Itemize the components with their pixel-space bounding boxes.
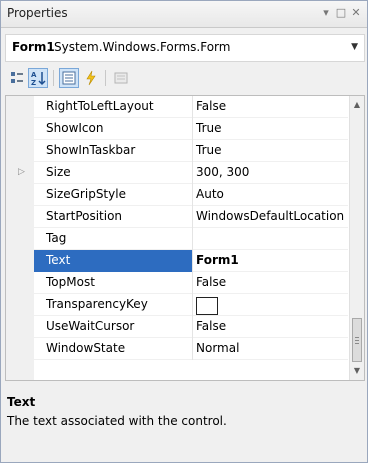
property-name: SizeGripStyle (46, 187, 126, 201)
vertical-scrollbar[interactable]: ▲ ▼ (349, 96, 364, 380)
properties-button[interactable] (59, 68, 79, 88)
property-pages-icon (114, 72, 128, 84)
property-value[interactable]: True (196, 143, 222, 157)
property-row[interactable]: UseWaitCursor False (6, 316, 348, 338)
property-name: ShowIcon (46, 121, 104, 135)
categorized-icon (11, 72, 23, 83)
property-value[interactable] (196, 297, 218, 315)
property-row[interactable]: WindowState Normal (6, 338, 348, 360)
property-row[interactable]: ▷ Size 300, 300 (6, 162, 348, 184)
scroll-up-icon[interactable]: ▲ (350, 98, 364, 112)
expand-icon[interactable]: ▷ (18, 167, 25, 177)
window-position-dropdown-icon[interactable]: ▾ (319, 5, 333, 21)
property-name: Tag (46, 231, 67, 245)
property-name: TransparencyKey (46, 297, 148, 311)
property-value[interactable]: 300, 300 (196, 165, 249, 179)
column-divider (192, 184, 193, 206)
property-value[interactable]: Normal (196, 341, 239, 355)
column-divider (192, 250, 193, 272)
properties-icon (62, 71, 76, 85)
column-divider (192, 316, 193, 338)
title-bar: Properties ▾ □ ✕ (1, 1, 367, 28)
property-value[interactable]: WindowsDefaultLocation (196, 209, 344, 223)
column-divider (192, 140, 193, 162)
column-divider (192, 338, 193, 360)
property-value[interactable]: True (196, 121, 222, 135)
property-value[interactable]: Form1 (196, 253, 239, 267)
description-pane: Text The text associated with the contro… (5, 387, 363, 459)
window-title: Properties (7, 6, 68, 20)
object-selector[interactable]: Form1 System.Windows.Forms.Form ▼ (5, 34, 365, 62)
svg-text:Z: Z (31, 79, 36, 87)
property-row[interactable]: RightToLeftLayout False (6, 96, 348, 118)
column-divider (192, 96, 193, 118)
object-name: Form1 (12, 40, 55, 54)
property-name: Text (46, 253, 71, 267)
property-row[interactable]: ShowInTaskbar True (6, 140, 348, 162)
column-divider (192, 162, 193, 184)
property-row[interactable]: SizeGripStyle Auto (6, 184, 348, 206)
property-row[interactable]: ShowIcon True (6, 118, 348, 140)
properties-window: Properties ▾ □ ✕ Form1 System.Windows.Fo… (0, 0, 368, 463)
property-value[interactable]: False (196, 319, 226, 333)
column-divider (192, 272, 193, 294)
property-row[interactable]: Text Form1 (6, 250, 348, 272)
events-button[interactable] (81, 68, 101, 88)
property-row[interactable]: Tag (6, 228, 348, 250)
property-name: TopMost (46, 275, 95, 289)
property-name: RightToLeftLayout (46, 99, 154, 113)
property-name: WindowState (46, 341, 126, 355)
property-name: ShowInTaskbar (46, 143, 136, 157)
toolbar-separator (105, 70, 106, 86)
column-divider (192, 228, 193, 250)
description-text: The text associated with the control. (7, 414, 227, 428)
column-divider (192, 118, 193, 140)
alphabetical-icon: A Z (31, 71, 46, 87)
property-row[interactable]: TopMost False (6, 272, 348, 294)
events-icon (86, 70, 96, 86)
property-value[interactable]: Auto (196, 187, 224, 201)
maximize-icon[interactable]: □ (334, 5, 348, 21)
property-name: UseWaitCursor (46, 319, 135, 333)
property-value[interactable]: False (196, 99, 226, 113)
property-row[interactable]: TransparencyKey (6, 294, 348, 316)
column-divider (192, 206, 193, 228)
property-name: Size (46, 165, 71, 179)
property-name: StartPosition (46, 209, 123, 223)
description-title: Text (7, 395, 36, 409)
color-swatch[interactable] (196, 297, 218, 315)
property-pages-button[interactable] (111, 68, 131, 88)
property-grid: RightToLeftLayout False ShowIcon True ShowIn… (5, 95, 365, 381)
column-divider (192, 294, 193, 316)
scrollbar-thumb[interactable] (352, 318, 362, 362)
alphabetical-button[interactable]: A Z (28, 68, 48, 88)
object-type: System.Windows.Forms.Form (54, 40, 231, 54)
scroll-down-icon[interactable]: ▼ (350, 364, 364, 378)
chevron-down-icon[interactable]: ▼ (351, 42, 358, 52)
property-value[interactable]: False (196, 275, 226, 289)
toolbar-separator (53, 70, 54, 86)
svg-text:A: A (31, 71, 37, 79)
toolbar: A Z (5, 65, 363, 91)
property-row[interactable]: StartPosition WindowsDefaultLocation (6, 206, 348, 228)
close-icon[interactable]: ✕ (349, 5, 363, 21)
categorized-button[interactable] (7, 68, 27, 88)
